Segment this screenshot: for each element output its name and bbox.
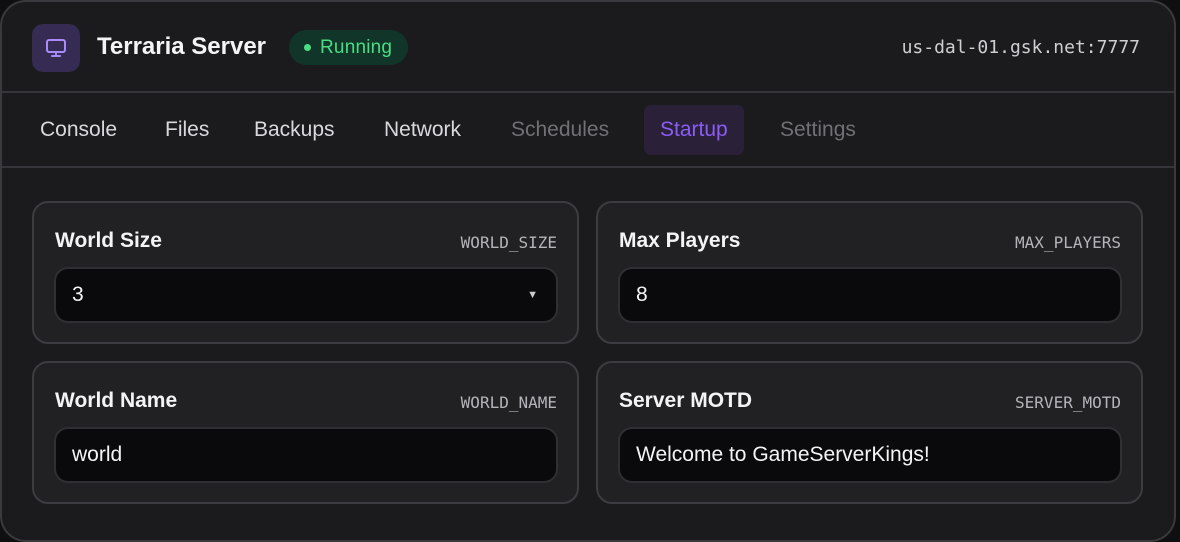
status-dot-icon (304, 44, 311, 51)
server-address[interactable]: us-dal-01.gsk.net:7777 (902, 37, 1140, 58)
tab-network[interactable]: Network (384, 105, 461, 155)
variable-card-server-motd: Server MOTD SERVER_MOTD Welcome to GameS… (596, 361, 1143, 504)
tab-schedules[interactable]: Schedules (511, 105, 609, 155)
status-label: Running (320, 36, 393, 58)
status-badge: Running (289, 30, 409, 65)
chevron-down-icon: ▼ (527, 289, 538, 301)
monitor-icon (32, 24, 80, 72)
variable-card-world-size: World Size WORLD_SIZE 3 ▼ (32, 201, 579, 344)
variable-env-name: WORLD_NAME (460, 393, 557, 412)
tab-settings[interactable]: Settings (780, 105, 856, 155)
variable-label: Max Players (619, 229, 741, 252)
variable-env-name: SERVER_MOTD (1015, 393, 1121, 412)
tab-backups[interactable]: Backups (254, 105, 335, 155)
variable-card-max-players: Max Players MAX_PLAYERS 8 (596, 201, 1143, 344)
variable-label: World Size (55, 229, 162, 252)
server-panel: Terraria Server Running us-dal-01.gsk.ne… (0, 0, 1176, 542)
variable-env-name: MAX_PLAYERS (1015, 233, 1121, 252)
world-size-select[interactable]: 3 ▼ (54, 267, 558, 323)
server-motd-input[interactable]: Welcome to GameServerKings! (618, 427, 1122, 483)
server-header: Terraria Server Running us-dal-01.gsk.ne… (2, 2, 1174, 93)
input-value: world (72, 443, 123, 466)
variable-env-name: WORLD_SIZE (460, 233, 557, 252)
tab-startup[interactable]: Startup (644, 105, 744, 155)
world-name-input[interactable]: world (54, 427, 558, 483)
input-value: 8 (636, 283, 648, 306)
variable-label: Server MOTD (619, 389, 753, 412)
variable-label: World Name (55, 389, 178, 412)
select-value: 3 (72, 283, 84, 306)
input-value: Welcome to GameServerKings! (636, 443, 930, 466)
server-title: Terraria Server (97, 33, 267, 60)
tab-bar: Console Files Backups Network Schedules … (2, 93, 1174, 168)
tab-files[interactable]: Files (165, 105, 209, 155)
max-players-input[interactable]: 8 (618, 267, 1122, 323)
tab-console[interactable]: Console (40, 105, 117, 155)
variable-card-world-name: World Name WORLD_NAME world (32, 361, 579, 504)
